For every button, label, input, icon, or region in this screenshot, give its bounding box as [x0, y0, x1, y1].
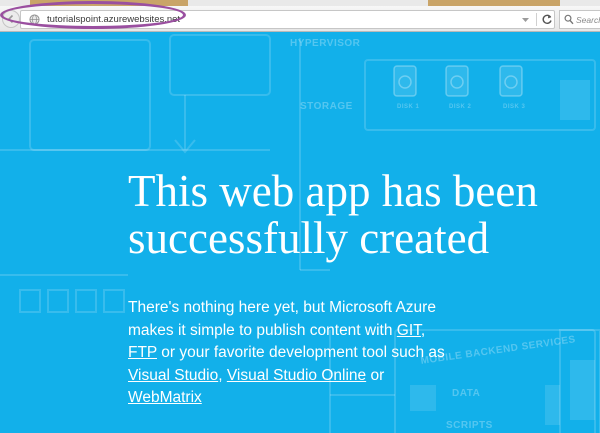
- data-label: DATA: [452, 388, 481, 399]
- search-placeholder: Search: [576, 15, 600, 25]
- ftp-link[interactable]: FTP: [128, 344, 157, 361]
- disk-2-label: DISK 2: [449, 104, 472, 110]
- address-bar[interactable]: tutorialspoint.azurewebsites.net: [20, 10, 555, 29]
- scripts-label: SCRIPTS: [446, 420, 493, 431]
- separator-text: ,: [218, 366, 227, 384]
- url-text[interactable]: tutorialspoint.azurewebsites.net: [47, 13, 180, 27]
- page-headline: This web app has been successfully creat…: [128, 166, 538, 263]
- hypervisor-label: HYPERVISOR: [290, 38, 361, 49]
- globe-icon: [29, 14, 40, 25]
- search-bar[interactable]: Search: [559, 10, 600, 29]
- description-text: or your favorite development tool such a…: [157, 344, 445, 361]
- webmatrix-link[interactable]: WebMatrix: [128, 389, 202, 406]
- history-dropdown-icon[interactable]: [521, 16, 530, 24]
- navigation-toolbar: tutorialspoint.azurewebsites.net Search: [0, 6, 600, 32]
- page-description: There's nothing here yet, but Microsoft …: [128, 297, 448, 410]
- disk-3-label: DISK 3: [503, 104, 526, 110]
- browser-window: tutorialspoint.azurewebsites.net Searc h: [0, 0, 600, 433]
- visual-studio-online-link[interactable]: Visual Studio Online: [227, 367, 366, 384]
- git-link[interactable]: GIT: [397, 322, 421, 339]
- disk-1-label: DISK 1: [397, 104, 420, 110]
- separator-text: ,: [420, 321, 426, 339]
- reload-icon[interactable]: [541, 13, 553, 26]
- back-arrow-icon: [7, 14, 14, 24]
- intro-text: There's nothing here yet, but Microsoft …: [128, 299, 436, 339]
- storage-label: STORAGE: [300, 101, 353, 112]
- description-text: or: [366, 366, 385, 384]
- search-icon: [564, 14, 574, 25]
- address-bar-divider: [536, 13, 537, 26]
- back-button[interactable]: [2, 10, 20, 28]
- visual-studio-link[interactable]: Visual Studio: [128, 367, 218, 384]
